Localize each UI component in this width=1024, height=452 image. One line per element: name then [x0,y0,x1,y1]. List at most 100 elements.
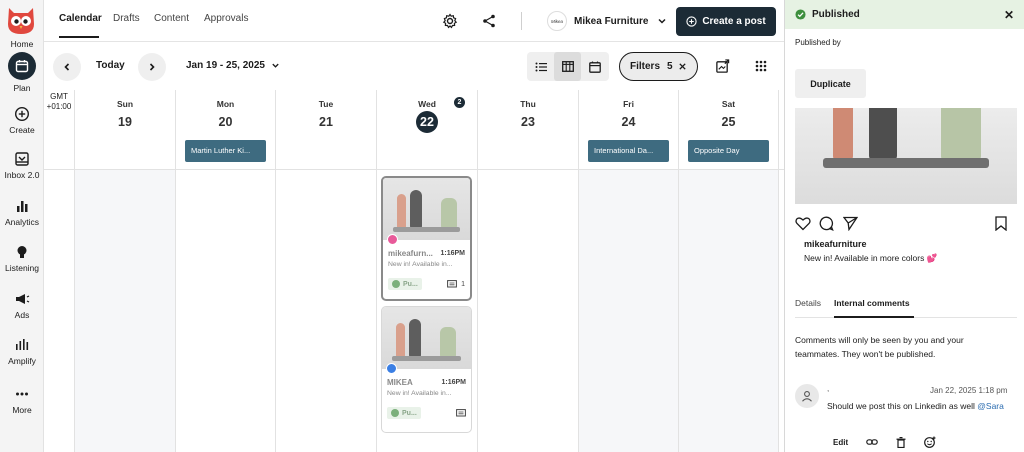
status-text: Pu... [403,280,418,288]
timezone-label: GMT +01:00 [44,92,74,112]
nav-analytics[interactable]: Analytics [0,198,44,227]
day-name: Sun [116,99,134,109]
tab-internal-comments[interactable]: Internal comments [834,298,910,308]
bar-chart-icon [17,201,28,212]
month-view-button[interactable] [581,52,608,81]
post-card[interactable]: MIKEA 1:16PM New in! Available in... Pu.… [381,306,472,433]
published-status-badge: Pu... [387,407,421,419]
vase-shape [441,198,457,228]
comment-icon [447,279,457,288]
comment-mention[interactable]: @Sara [977,401,1004,411]
day-number-today: 22 [416,111,438,133]
post-thumbnail [382,307,471,374]
amplify-bars-icon [16,339,29,350]
day-column-sun[interactable]: Sun 19 [74,90,175,452]
week-view-button[interactable] [554,52,581,81]
list-view-button[interactable] [527,52,554,81]
trash-icon[interactable] [896,436,906,448]
vase-shape [410,190,422,228]
toolbar-divider [521,12,522,30]
create-post-label: Create a post [702,16,766,27]
create-post-button[interactable]: Create a post [676,7,776,36]
check-circle-icon [391,409,399,417]
holiday-chip[interactable]: Martin Luther Ki... [185,140,266,162]
today-button[interactable]: Today [96,60,125,71]
day-column-fri[interactable]: Fri 24 International Da... [578,90,678,452]
chevron-down-icon [658,18,666,24]
published-status-badge: Pu... [388,278,422,290]
nav-plan[interactable]: Plan [0,52,44,93]
nav-more[interactable]: More [0,386,44,415]
plus-circle-icon [14,106,30,122]
day-column-mon[interactable]: Mon 20 Martin Luther Ki... [175,90,275,452]
day-column-sat[interactable]: Sat 25 Opposite Day [678,90,779,452]
comment-bubble-icon[interactable] [819,216,834,231]
vase-shape [833,108,853,162]
close-panel-icon[interactable]: ✕ [1004,8,1014,22]
post-image [795,108,1017,204]
comment-author: , [827,384,830,393]
chevron-down-icon [272,63,279,68]
view-switcher [527,52,609,81]
instagram-actions [795,216,1017,232]
duplicate-button[interactable]: Duplicate [795,69,866,98]
account-selector[interactable]: Mikea Mikea Furniture [547,10,667,32]
tab-details[interactable]: Details [795,298,821,308]
emoji-add-icon[interactable] [924,436,936,448]
calendar-icon [8,52,36,80]
gear-icon[interactable] [442,13,458,29]
nav-create[interactable]: Create [0,106,44,135]
commenter-avatar [795,384,819,408]
nav-label-home: Home [10,39,34,49]
tab-calendar[interactable]: Calendar [59,13,102,24]
vase-shape [397,194,406,228]
tab-drafts[interactable]: Drafts [113,13,140,24]
export-image-icon[interactable] [715,59,730,74]
nav-label-listening: Listening [4,263,40,273]
ellipsis-icon [16,392,28,396]
tab-approvals[interactable]: Approvals [204,13,248,24]
calendar-grid: GMT +01:00 Sun 19 Mon 20 Martin Luther K… [44,90,784,452]
megaphone-icon [16,294,30,304]
nav-amplify[interactable]: Amplify [0,337,44,366]
facebook-icon [386,363,397,374]
nav-label-inbox: Inbox 2.0 [4,170,40,180]
nav-home[interactable]: Home [0,39,44,49]
day-name: Tue [318,99,334,109]
next-week-button[interactable] [138,53,166,81]
post-card[interactable]: mikeafurn... 1:16PM New in! Available in… [381,176,472,301]
day-column-tue[interactable]: Tue 21 [275,90,376,452]
chevron-right-icon [149,63,155,71]
account-avatar: Mikea [547,11,567,31]
close-icon[interactable] [678,62,687,71]
post-caption: New in! Available in more colors 💕 [804,253,938,263]
tab-content[interactable]: Content [154,13,189,24]
grid-apps-icon[interactable] [755,60,767,72]
vase-shape [409,319,421,357]
prev-week-button[interactable] [53,53,81,81]
day-column-thu[interactable]: Thu 23 [477,90,578,452]
owl-logo-icon[interactable] [6,4,36,36]
holiday-chip[interactable]: International Da... [588,140,669,162]
inbox-icon [15,152,29,166]
nav-inbox[interactable]: Inbox 2.0 [0,151,44,180]
date-range-picker[interactable]: Jan 19 - 25, 2025 [186,60,280,71]
post-detail-panel: Published ✕ Published by Duplicate mikea… [784,0,1024,452]
link-icon[interactable] [866,437,878,447]
heart-icon[interactable] [795,216,811,231]
nav-listening[interactable]: Listening [0,244,44,273]
app-root: Home Plan Create Inbox 2.0 Analytics Lis… [0,0,1024,452]
comment-icon [456,408,466,417]
edit-comment-button[interactable]: Edit [833,438,848,447]
holiday-chip[interactable]: Opposite Day [688,140,769,162]
top-bar: Calendar Drafts Content Approvals Mikea … [44,0,784,42]
send-icon[interactable] [843,216,858,231]
list-icon [535,62,547,71]
share-icon[interactable] [481,13,497,29]
day-name: Fri [623,99,634,109]
bookmark-icon[interactable] [995,216,1007,231]
nav-ads[interactable]: Ads [0,291,44,320]
filters-chip[interactable]: Filters 5 [619,52,698,81]
comments-note: Comments will only be seen by you and yo… [795,335,964,359]
day-number: 19 [118,115,132,129]
